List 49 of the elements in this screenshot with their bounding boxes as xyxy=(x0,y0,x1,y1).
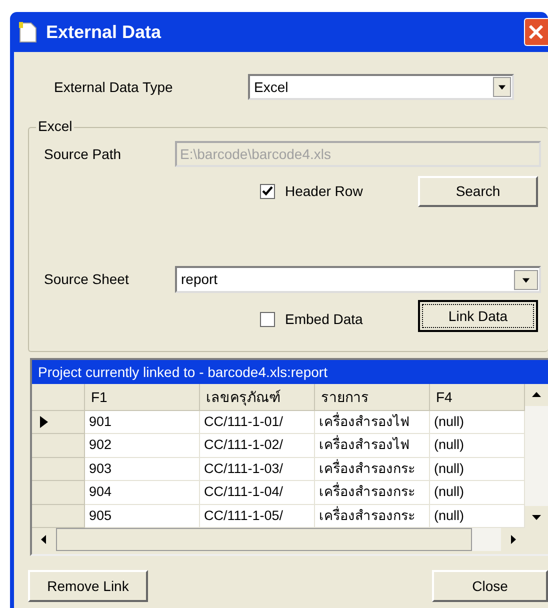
table-cell: 902 xyxy=(85,434,200,458)
table-cell: เครื่องสำรองกระ xyxy=(315,458,430,482)
column-header[interactable]: เลขครุภัณฑ์ xyxy=(200,384,315,411)
horizontal-scrollbar[interactable] xyxy=(32,528,525,551)
embed-data-checkbox[interactable] xyxy=(260,312,275,327)
table-cell: (null) xyxy=(430,481,525,505)
table-cell: 904 xyxy=(85,481,200,505)
vertical-scrollbar[interactable] xyxy=(525,384,548,528)
close-button[interactable] xyxy=(524,18,548,46)
table-cell: CC/111-1-03/ xyxy=(200,458,315,482)
current-row-icon xyxy=(40,416,48,428)
table-cell: (null) xyxy=(430,458,525,482)
table-cell: (null) xyxy=(430,504,525,528)
field-label: Source Path xyxy=(44,144,122,164)
table-cell: เครื่องสำรองไฟ xyxy=(315,434,430,458)
row-selector[interactable] xyxy=(32,411,85,434)
remove-link-button[interactable]: Remove Link xyxy=(28,570,148,602)
close-icon xyxy=(528,24,544,40)
scroll-up-icon xyxy=(525,384,548,406)
column-header[interactable]: F1 xyxy=(85,384,200,411)
link-data-button[interactable]: Link Data xyxy=(418,300,538,332)
table-cell: CC/111-1-04/ xyxy=(200,481,315,505)
header-row-checkbox[interactable] xyxy=(260,184,275,199)
table-cell: CC/111-1-02/ xyxy=(200,434,315,458)
field-label: Source Sheet xyxy=(44,270,130,289)
source-sheet-dropdown[interactable]: report xyxy=(175,266,541,293)
table-cell: 903 xyxy=(85,458,200,482)
grid-caption: Project currently linked to - barcode4.xls:report xyxy=(32,360,548,384)
table-cell: (null) xyxy=(430,434,525,458)
table-cell: CC/111-1-01/ xyxy=(200,411,315,434)
column-header[interactable]: รายการ xyxy=(315,384,430,411)
table-cell: 905 xyxy=(85,504,200,528)
checkbox-label: Embed Data xyxy=(285,310,363,329)
table-cell: 901 xyxy=(85,411,200,434)
table-cell: CC/111-1-05/ xyxy=(200,504,315,528)
data-type-dropdown[interactable]: Excel xyxy=(248,74,514,100)
table-cell: เครื่องสำรองกระ xyxy=(315,504,430,528)
checkbox-label: Header Row xyxy=(285,182,363,201)
document-icon xyxy=(18,21,38,43)
table-cell: เครื่องสำรองกระ xyxy=(315,481,430,505)
table-cell: (null) xyxy=(430,411,525,434)
column-header[interactable]: F4 xyxy=(430,384,525,411)
search-button[interactable]: Search xyxy=(418,176,538,207)
table-cell: เครื่องสำรองไฟ xyxy=(315,411,430,434)
scroll-right-icon xyxy=(501,528,525,551)
field-label: External Data Type xyxy=(54,78,174,97)
window-title: External Data xyxy=(46,20,162,44)
scroll-thumb[interactable] xyxy=(56,528,472,551)
close-dialog-button[interactable]: Close xyxy=(432,570,548,602)
